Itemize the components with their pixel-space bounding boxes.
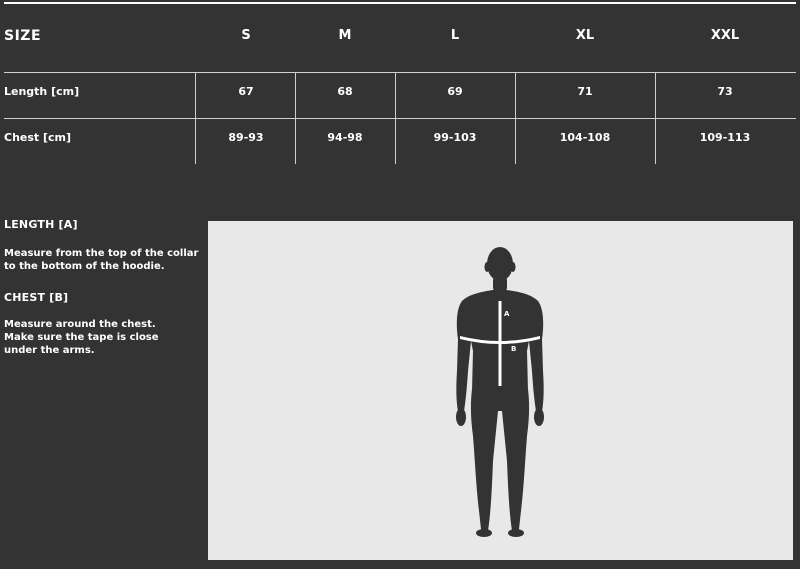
chest-text-line: Measure around the chest.: [4, 319, 156, 330]
body-silhouette-icon: A B: [456, 247, 544, 537]
chest-m: 94-98: [327, 131, 363, 144]
length-xl: 71: [577, 85, 593, 98]
size-col-s: S: [241, 28, 251, 43]
body-figure-panel: A B: [208, 221, 793, 560]
table-divider: [295, 72, 296, 164]
size-col-l: L: [450, 28, 460, 43]
top-rule: [4, 2, 796, 4]
table-rule: [4, 72, 796, 73]
size-col-m: M: [338, 28, 352, 43]
length-m: 68: [337, 85, 353, 98]
marker-label-b: B: [511, 345, 516, 353]
measurement-guide: LENGTH [A] Measure from the top of the c…: [4, 218, 199, 357]
table-divider: [515, 72, 516, 164]
length-text-line: Measure from the top of the collar: [4, 248, 199, 259]
length-l: 69: [447, 85, 463, 98]
chest-text-line: under the arms.: [4, 345, 95, 356]
size-header-label: SIZE: [4, 28, 42, 44]
marker-label-a: A: [504, 310, 510, 318]
row-label-length: Length [cm]: [4, 85, 80, 98]
table-divider: [395, 72, 396, 164]
top-bar: [0, 0, 800, 4]
length-s: 67: [238, 85, 254, 98]
chest-title: CHEST [B]: [4, 291, 69, 304]
table-rule: [4, 118, 796, 119]
chest-xxl: 109-113: [699, 131, 751, 144]
chest-s: 89-93: [228, 131, 264, 144]
chest-l: 99-103: [433, 131, 477, 144]
table-divider: [655, 72, 656, 164]
chest-xl: 104-108: [559, 131, 611, 144]
size-col-xxl: XXL: [710, 28, 740, 43]
table-divider: [195, 72, 196, 164]
length-text-line: to the bottom of the hoodie.: [4, 261, 165, 272]
size-col-xl: XL: [575, 28, 595, 43]
length-title: LENGTH [A]: [4, 218, 78, 231]
row-label-chest: Chest [cm]: [4, 131, 72, 144]
length-xxl: 73: [717, 85, 733, 98]
chest-text-line: Make sure the tape is close: [4, 332, 159, 343]
